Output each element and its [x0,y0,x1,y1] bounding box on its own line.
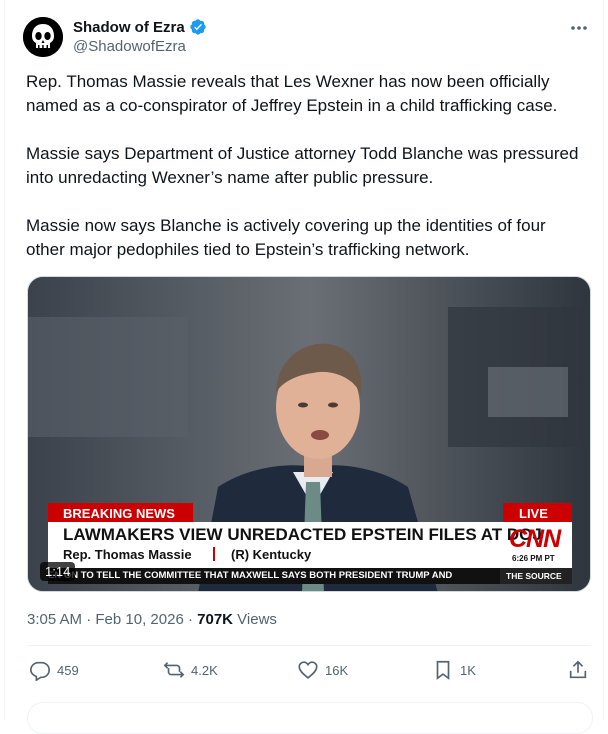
guest-name: Rep. Thomas Massie [63,547,192,562]
video-duration: 1:14 [40,562,76,581]
verified-badge-icon[interactable] [189,18,207,36]
news-ticker: EN ON TO TELL THE COMMITTEE THAT MAXWELL… [48,570,453,581]
meta-separator: · [86,611,92,628]
breaking-news-label: BREAKING NEWS [63,506,175,521]
tweet-card: Shadow of Ezra @ShadowofEzra Rep. Thomas… [4,0,604,734]
live-label: LIVE [519,506,548,521]
bookmark-count: 1K [460,662,476,678]
guest-affiliation: (R) Kentucky [231,547,312,562]
like-count: 16K [325,662,349,678]
time-label: 6:26 PM PT [512,554,555,563]
repost-icon [163,662,185,678]
divider [27,645,591,646]
repost-count: 4.2K [191,662,218,678]
video-player[interactable]: BREAKING NEWS LIVE LAWMAKERS VIEW UNREDA… [27,276,591,592]
like-button[interactable]: 16K [297,652,348,688]
reply-icon [30,661,50,681]
more-options-button[interactable] [569,19,589,37]
show-name: THE SOURCE [506,571,562,581]
tweet-paragraph: Massie now says Blanche is actively cove… [26,216,546,259]
views-label: Views [237,611,277,628]
share-button[interactable] [567,652,589,688]
share-icon [569,660,587,679]
bookmark-icon [436,660,450,680]
tweet-meta: 3:05 AM · Feb 10, 2026 · 707K Views [27,611,277,628]
tweet-date[interactable]: Feb 10, 2026 [95,611,183,628]
tweet-text: Rep. Thomas Massie reveals that Les Wexn… [26,70,586,286]
network-logo: CNN [509,525,561,553]
reply-box[interactable] [27,702,593,734]
tweet-time[interactable]: 3:05 AM [27,611,82,628]
meta-separator: · [187,611,193,628]
chyron-headline: LAWMAKERS VIEW UNREDACTED EPSTEIN FILES … [63,525,542,544]
repost-button[interactable]: 4.2K [163,652,218,688]
author-avatar[interactable] [23,17,63,57]
chyron-divider-icon [213,547,215,561]
bookmark-button[interactable]: 1K [432,652,476,688]
more-dots-icon [571,26,587,30]
tweet-paragraph: Massie says Department of Justice attorn… [26,144,579,187]
reply-count: 459 [57,662,79,678]
author-display-name[interactable]: Shadow of Ezra [73,19,185,36]
tweet-paragraph: Rep. Thomas Massie reveals that Les Wexn… [26,72,558,115]
action-bar: 459 4.2K 16K 1K [27,652,591,688]
skull-logo-icon [23,17,63,57]
views-count: 707K [197,611,233,628]
author-name-row: Shadow of Ezra [73,18,207,36]
author-handle[interactable]: @ShadowofEzra [73,38,186,55]
heart-icon [298,661,318,679]
reply-button[interactable]: 459 [29,652,79,688]
